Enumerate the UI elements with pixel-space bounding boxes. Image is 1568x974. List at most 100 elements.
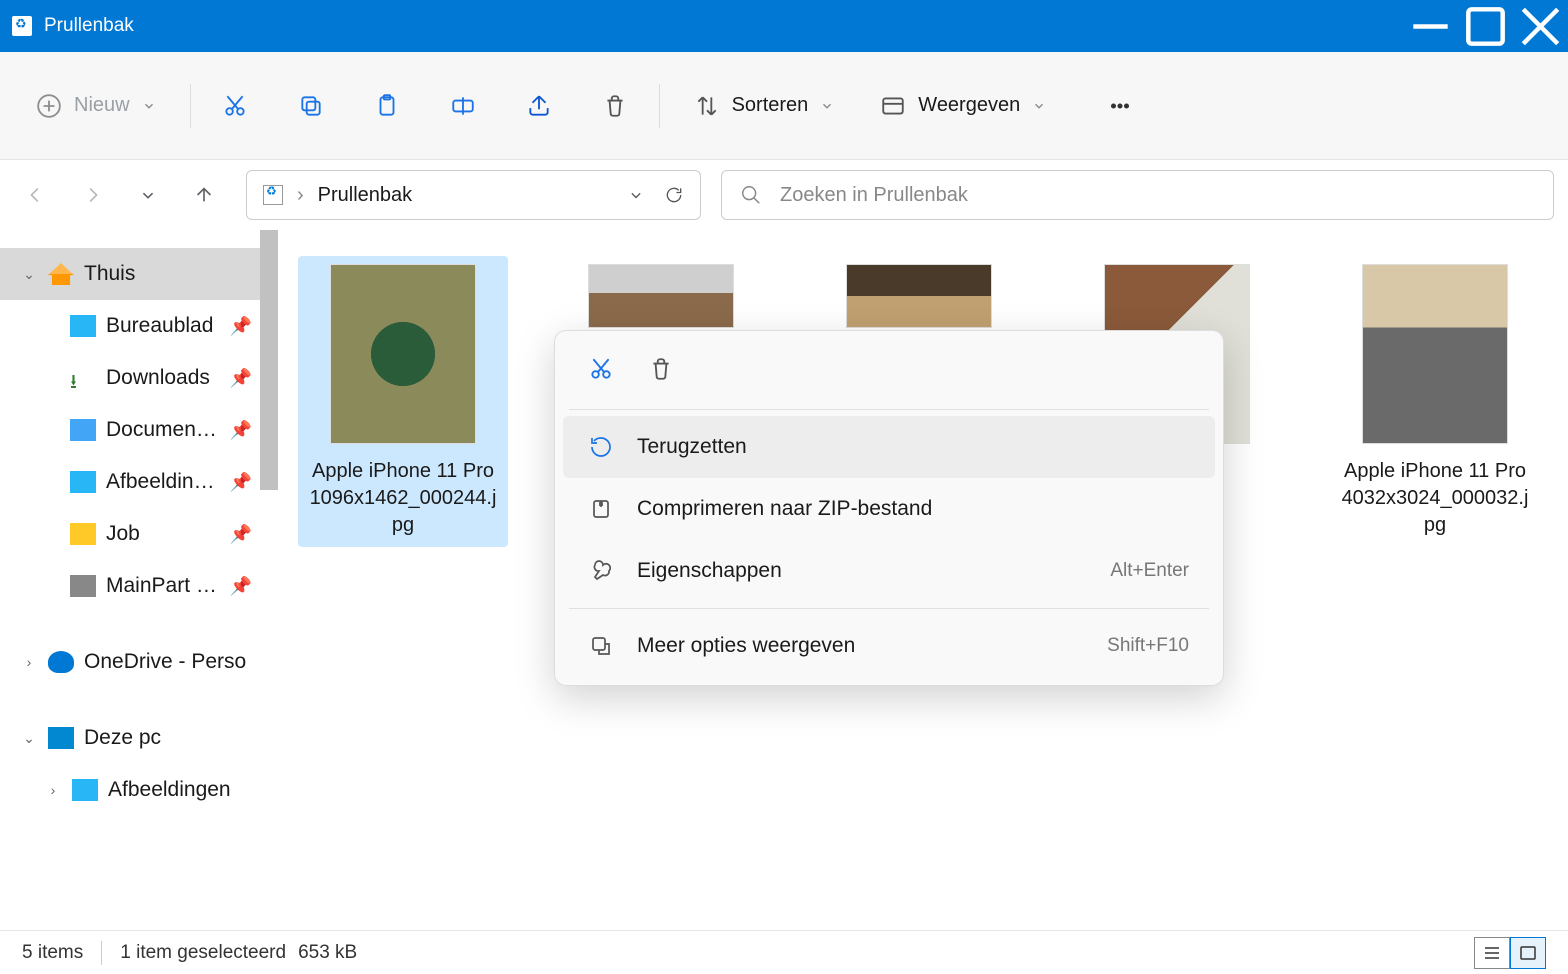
context-menu-label: Eigenschappen xyxy=(637,559,782,583)
search-bar[interactable] xyxy=(721,170,1554,220)
sidebar: ⌄ Thuis Bureaublad 📌 ⭳ Downloads 📌 Docum… xyxy=(0,230,278,930)
status-selected: 1 item geselecteerd xyxy=(120,942,286,964)
sidebar-item-home[interactable]: ⌄ Thuis xyxy=(0,248,278,300)
paste-button[interactable] xyxy=(365,84,409,128)
sidebar-item-label: Afbeeldingen xyxy=(108,778,231,802)
sidebar-item-label: Bureaublad xyxy=(106,314,213,338)
delete-button[interactable] xyxy=(593,84,637,128)
sidebar-item-label: Afbeeldingen xyxy=(106,470,220,494)
sidebar-item-label: Documenten xyxy=(106,418,220,442)
context-menu-label: Terugzetten xyxy=(637,435,747,459)
sidebar-item-label: Job xyxy=(106,522,140,546)
separator xyxy=(190,84,191,128)
pin-icon: 📌 xyxy=(230,472,252,493)
thumbnail xyxy=(588,264,734,328)
sidebar-item-documents[interactable]: Documenten 📌 xyxy=(0,404,278,456)
scrollbar-thumb[interactable] xyxy=(260,230,278,490)
home-icon xyxy=(48,263,74,285)
recycle-bin-icon xyxy=(12,16,32,36)
shortcut-label: Alt+Enter xyxy=(1110,560,1189,582)
status-size: 653 kB xyxy=(298,942,357,964)
details-view-button[interactable] xyxy=(1474,937,1510,969)
chevron-right-icon[interactable]: › xyxy=(44,782,62,798)
chevron-down-icon[interactable]: ⌄ xyxy=(20,730,38,747)
sidebar-item-desktop[interactable]: Bureaublad 📌 xyxy=(0,300,278,352)
rename-button[interactable] xyxy=(441,84,485,128)
sidebar-item-job[interactable]: Job 📌 xyxy=(0,508,278,560)
sort-button[interactable]: Sorteren xyxy=(682,85,847,127)
desktop-icon xyxy=(70,315,96,337)
pin-icon: 📌 xyxy=(230,368,252,389)
sidebar-item-label: Deze pc xyxy=(84,726,161,750)
forward-button[interactable] xyxy=(70,173,114,217)
folder-icon xyxy=(70,523,96,545)
thumbnail xyxy=(330,264,476,444)
sidebar-item-thispc[interactable]: ⌄ Deze pc xyxy=(0,712,278,764)
pin-icon: 📌 xyxy=(230,524,252,545)
context-menu-actions xyxy=(555,339,1223,403)
file-item[interactable]: Apple iPhone 11 Pro 4032x3024_000032.jpg xyxy=(1330,256,1540,547)
sidebar-item-onedrive[interactable]: › OneDrive - Perso xyxy=(0,636,278,688)
maximize-button[interactable] xyxy=(1458,0,1513,52)
toolbar: Nieuw Sorteren Weergeven xyxy=(0,52,1568,160)
sort-button-label: Sorteren xyxy=(732,94,809,117)
cut-button[interactable] xyxy=(213,84,257,128)
menu-separator xyxy=(569,608,1209,609)
pictures-icon xyxy=(70,471,96,493)
document-icon xyxy=(70,419,96,441)
pin-icon: 📌 xyxy=(230,316,252,337)
status-count: 5 items xyxy=(22,942,83,964)
sidebar-item-label: OneDrive - Perso xyxy=(84,650,246,674)
context-properties[interactable]: Eigenschappen Alt+Enter xyxy=(563,540,1215,602)
search-icon xyxy=(740,184,762,206)
window-title: Prullenbak xyxy=(44,15,1403,37)
status-bar: 5 items 1 item geselecteerd 653 kB xyxy=(0,930,1568,974)
cloud-icon xyxy=(48,651,74,673)
file-item[interactable]: Apple iPhone 11 Pro 1096x1462_000244.jpg xyxy=(298,256,508,547)
view-switcher xyxy=(1474,937,1546,969)
drive-icon xyxy=(70,575,96,597)
navigation-bar: › Prullenbak xyxy=(0,160,1568,230)
recent-dropdown[interactable] xyxy=(126,173,170,217)
separator xyxy=(101,941,102,965)
refresh-icon[interactable] xyxy=(664,185,684,205)
context-cut-button[interactable] xyxy=(581,349,621,389)
view-button-label: Weergeven xyxy=(918,94,1020,117)
context-more-options[interactable]: Meer opties weergeven Shift+F10 xyxy=(563,615,1215,677)
sidebar-item-pictures[interactable]: Afbeeldingen 📌 xyxy=(0,456,278,508)
back-button[interactable] xyxy=(14,173,58,217)
new-button-label: Nieuw xyxy=(74,94,130,117)
chevron-down-icon[interactable] xyxy=(626,185,646,205)
clipboard-group xyxy=(213,84,637,128)
menu-separator xyxy=(569,409,1209,410)
context-restore[interactable]: Terugzetten xyxy=(563,416,1215,478)
close-button[interactable] xyxy=(1513,0,1568,52)
sidebar-item-mainpart[interactable]: MainPart (M:) 📌 xyxy=(0,560,278,612)
more-button[interactable] xyxy=(1098,84,1142,128)
address-bar[interactable]: › Prullenbak xyxy=(246,170,701,220)
address-location[interactable]: Prullenbak xyxy=(318,184,413,207)
context-menu: Terugzetten Comprimeren naar ZIP-bestand… xyxy=(554,330,1224,686)
title-bar: Prullenbak xyxy=(0,0,1568,52)
search-input[interactable] xyxy=(780,184,1535,207)
thumbnail xyxy=(846,264,992,328)
sidebar-item-label: Downloads xyxy=(106,366,210,390)
sidebar-item-pictures2[interactable]: › Afbeeldingen xyxy=(0,764,278,816)
thumbnails-view-button[interactable] xyxy=(1510,937,1546,969)
context-delete-button[interactable] xyxy=(641,349,681,389)
sidebar-item-label: MainPart (M:) xyxy=(106,574,220,598)
copy-button[interactable] xyxy=(289,84,333,128)
up-button[interactable] xyxy=(182,173,226,217)
new-button[interactable]: Nieuw xyxy=(24,85,168,127)
pictures-icon xyxy=(72,779,98,801)
chevron-down-icon[interactable]: ⌄ xyxy=(20,266,38,283)
file-name: Apple iPhone 11 Pro 1096x1462_000244.jpg xyxy=(306,458,500,539)
sidebar-item-downloads[interactable]: ⭳ Downloads 📌 xyxy=(0,352,278,404)
view-button[interactable]: Weergeven xyxy=(868,85,1058,127)
separator xyxy=(659,84,660,128)
context-compress[interactable]: Comprimeren naar ZIP-bestand xyxy=(563,478,1215,540)
minimize-button[interactable] xyxy=(1403,0,1458,52)
chevron-right-icon[interactable]: › xyxy=(20,654,38,670)
file-name: Apple iPhone 11 Pro 4032x3024_000032.jpg xyxy=(1338,458,1532,539)
share-button[interactable] xyxy=(517,84,561,128)
